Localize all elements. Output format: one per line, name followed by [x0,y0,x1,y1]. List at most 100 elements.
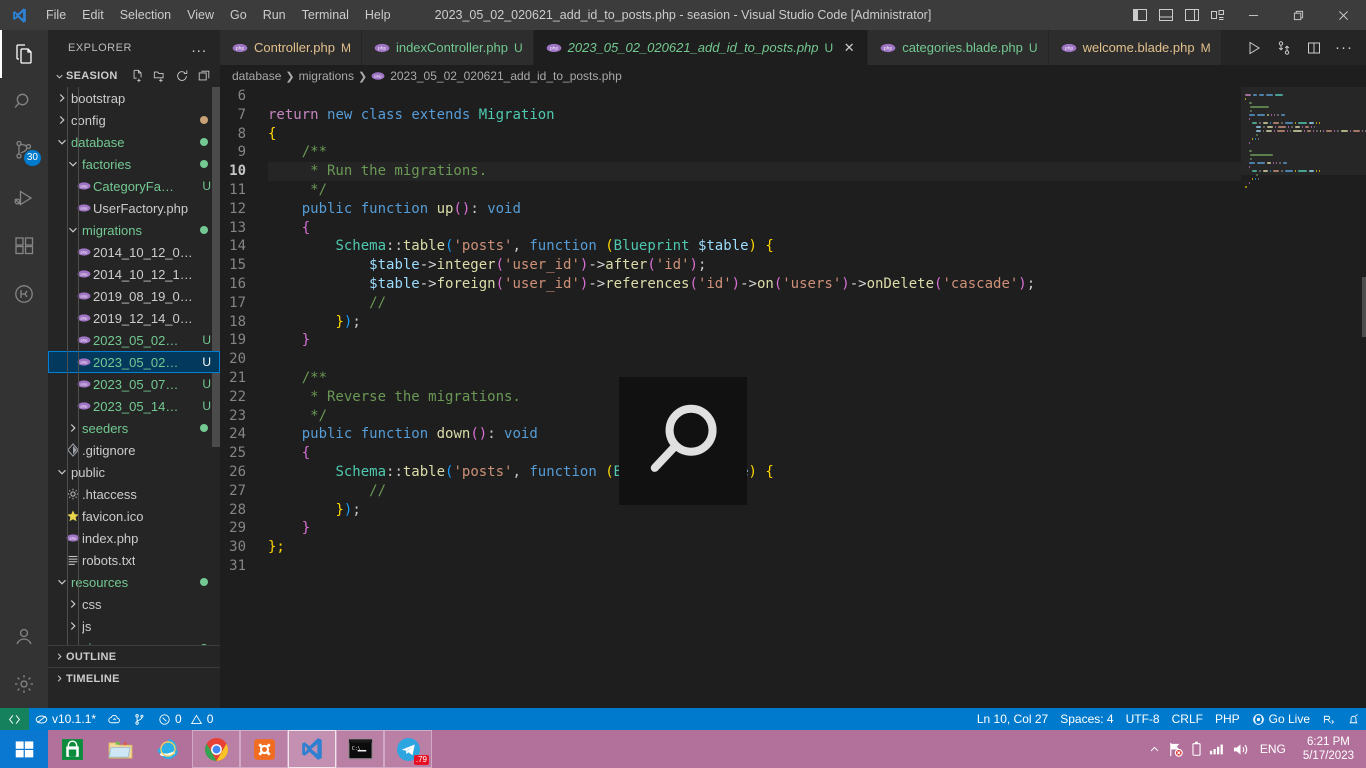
tree-file-row[interactable]: php 2014_10_12_10000... [48,263,220,285]
tree-file-row[interactable]: php CategoryFact... U [48,175,220,197]
code-line[interactable]: 25 { [220,444,1366,463]
toggle-secondary-sidebar-icon[interactable] [1179,0,1205,30]
tree-folder-row[interactable]: js [48,615,220,637]
project-section-header[interactable]: SEASION [48,65,220,87]
tree-folder-row[interactable]: bootstrap [48,87,220,109]
go-live-status[interactable]: Go Live [1246,708,1316,730]
taskbar-internet-explorer-icon[interactable] [144,730,192,768]
taskbar-file-explorer-icon[interactable] [96,730,144,768]
editor-tab[interactable]: php categories.blade.php U [868,30,1049,65]
breadcrumb-item-database[interactable]: database [232,69,281,83]
encoding-status[interactable]: UTF-8 [1120,708,1166,730]
notifications-bell-status[interactable] [1341,708,1366,730]
code-line[interactable]: 30}; [220,538,1366,557]
file-tree[interactable]: bootstrap config database factories php Categ… [48,87,220,645]
clock[interactable]: 6:21 PM 5/17/2023 [1297,735,1360,763]
code-line[interactable]: 27 // [220,482,1366,501]
tree-file-row[interactable]: php 2019_08_19_00000... [48,285,220,307]
split-editor-icon[interactable] [1300,30,1328,65]
cursor-position-status[interactable]: Ln 10, Col 27 [971,708,1054,730]
window-minimize-button[interactable] [1231,0,1276,30]
toggle-panel-icon[interactable] [1153,0,1179,30]
cloud-sync-status[interactable] [102,708,127,730]
timeline-panel-header[interactable]: TIMELINE [48,667,220,689]
tree-folder-row[interactable]: css [48,593,220,615]
menu-selection[interactable]: Selection [112,0,179,30]
signal-icon[interactable] [1209,742,1225,756]
menu-run[interactable]: Run [255,0,294,30]
code-line[interactable]: 10 * Run the migrations. [220,162,1366,181]
tree-file-row[interactable]: php 2019_12_14_00000... [48,307,220,329]
taskbar-xampp-icon[interactable] [240,730,288,768]
code-line[interactable]: 31 [220,557,1366,576]
code-line[interactable]: 17 // [220,294,1366,313]
tree-folder-row[interactable]: views [48,637,220,645]
editor-tab[interactable]: php 2023_05_02_020621_add_id_to_posts.php… [533,30,869,65]
code-line[interactable]: 20 [220,350,1366,369]
code-lines[interactable]: 6 7 return new class extends Migration 8{9 … [220,87,1366,576]
git-branch-status[interactable] [127,708,152,730]
activity-accounts-icon[interactable] [0,612,48,660]
tree-file-row[interactable]: .gitignore [48,439,220,461]
code-line[interactable]: 18 }); [220,313,1366,332]
eol-status[interactable]: CRLF [1166,708,1209,730]
activity-extensions-icon[interactable] [0,222,48,270]
taskbar-telegram-icon[interactable]: .79 [384,730,432,768]
minimap-slider[interactable] [1241,87,1366,175]
menu-edit[interactable]: Edit [74,0,112,30]
taskbar-microsoft-store-icon[interactable] [48,730,96,768]
screencast-mode-status[interactable] [1316,708,1341,730]
tree-file-row[interactable]: php 2023_05_02_0... U [48,329,220,351]
breadcrumb-item-migrations[interactable]: migrations [299,69,354,83]
tree-file-row[interactable]: php 2014_10_12_00000... [48,241,220,263]
tree-file-row[interactable]: .htaccess [48,483,220,505]
taskbar-vscode-icon[interactable] [288,730,336,768]
tab-close-icon[interactable]: ✕ [841,40,857,56]
editor-tab[interactable]: php welcome.blade.php M [1048,30,1222,65]
activity-source-control-icon[interactable]: 30 [0,126,48,174]
taskbar-command-prompt-icon[interactable]: C:\ [336,730,384,768]
tree-file-row[interactable]: favicon.ico [48,505,220,527]
remote-window-button[interactable] [0,708,29,730]
activity-search-icon[interactable] [0,78,48,126]
code-line[interactable]: 7 return new class extends Migration [220,106,1366,125]
new-file-icon[interactable] [128,66,148,86]
tree-file-row[interactable]: php index.php [48,527,220,549]
code-line[interactable]: 13 { [220,219,1366,238]
tree-file-row[interactable]: php 2023_05_02_0... U [48,351,220,373]
activity-run-debug-icon[interactable] [0,174,48,222]
menu-file[interactable]: File [38,0,74,30]
editor-minimap[interactable] [1241,87,1366,708]
taskbar-google-chrome-icon[interactable] [192,730,240,768]
code-line[interactable]: 12 public function up(): void [220,200,1366,219]
activity-manage-settings-icon[interactable] [0,660,48,708]
collapse-folders-icon[interactable] [194,66,214,86]
code-line[interactable]: 24 public function down(): void [220,425,1366,444]
code-line[interactable]: 15 $table->integer('user_id')->after('id… [220,256,1366,275]
problems-status[interactable]: 0 0 [152,708,219,730]
code-line[interactable]: 6 [220,87,1366,106]
code-line[interactable]: 8{ [220,125,1366,144]
menu-go[interactable]: Go [222,0,255,30]
tree-folder-row[interactable]: migrations [48,219,220,241]
tree-folder-row[interactable]: public [48,461,220,483]
code-line[interactable]: 28 }); [220,501,1366,520]
refresh-explorer-icon[interactable] [172,66,192,86]
code-line[interactable]: 26 Schema::table('posts', function (Blue… [220,463,1366,482]
indentation-status[interactable]: Spaces: 4 [1054,708,1119,730]
editor-tab[interactable]: php Controller.php M [220,30,362,65]
volume-icon[interactable] [1232,742,1249,757]
activity-explorer-icon[interactable] [0,30,48,78]
breadcrumb-item-file[interactable]: php 2023_05_02_020621_add_id_to_posts.ph… [371,69,622,83]
tree-folder-row[interactable]: resources [48,571,220,593]
outline-panel-header[interactable]: OUTLINE [48,645,220,667]
code-line[interactable]: 16 $table->foreign('user_id')->reference… [220,275,1366,294]
tree-folder-row[interactable]: config [48,109,220,131]
php-version-status[interactable]: v10.1.1* [29,708,102,730]
code-line[interactable]: 21 /** [220,369,1366,388]
menu-view[interactable]: View [179,0,222,30]
code-line[interactable]: 19 } [220,331,1366,350]
menu-help[interactable]: Help [357,0,399,30]
run-php-file-icon[interactable] [1240,30,1268,65]
activity-testing-icon[interactable] [0,270,48,318]
